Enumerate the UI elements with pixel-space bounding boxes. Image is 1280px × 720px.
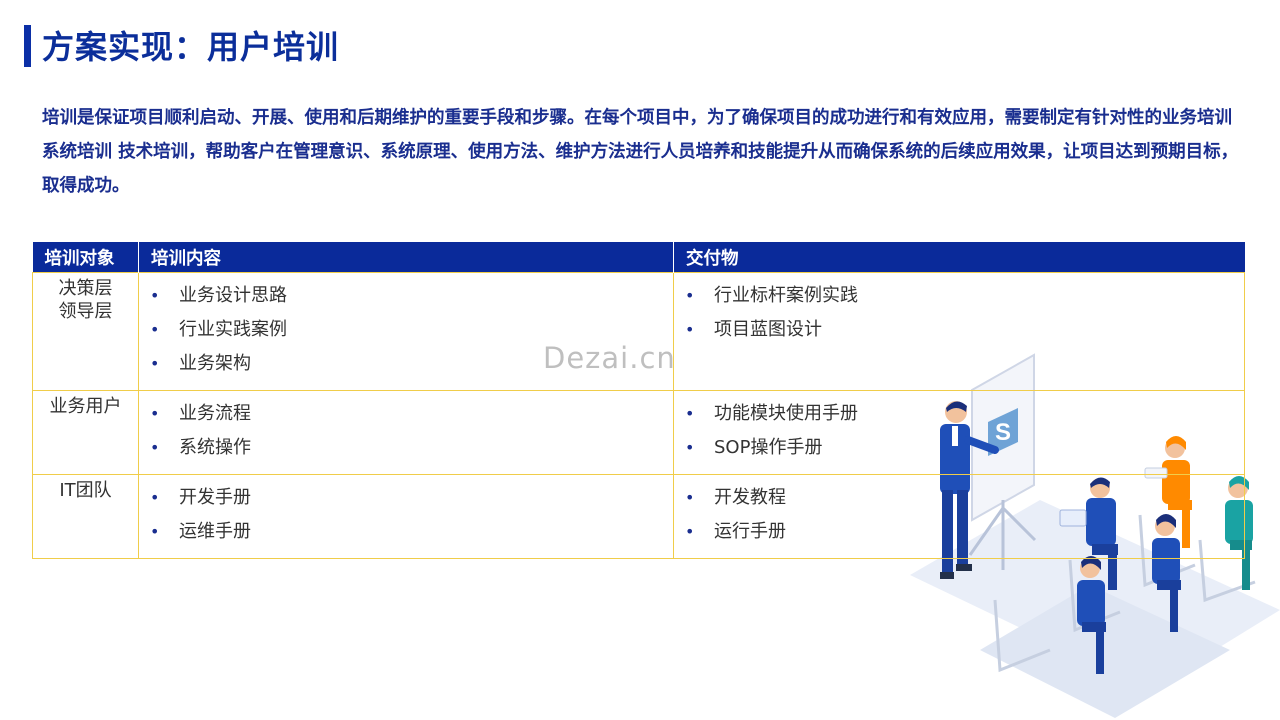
target-label: 决策层	[58, 278, 113, 299]
deliverable-item: 运行手册	[674, 518, 1244, 552]
header-deliverables: 交付物	[673, 242, 1245, 273]
target-label: 业务用户	[49, 396, 122, 417]
table-row: 业务用户 业务流程 系统操作 功能模块使用手册 SOP操作手册	[32, 390, 1245, 475]
content-item: 开发手册	[139, 484, 673, 518]
deliverable-item: 项目蓝图设计	[674, 316, 1244, 350]
header-target: 培训对象	[32, 242, 139, 273]
deliverables-cell: 开发教程 运行手册	[673, 474, 1245, 559]
target-label: IT团队	[59, 480, 112, 501]
target-cell: 决策层 领导层	[32, 272, 139, 391]
content-cell: 开发手册 运维手册	[138, 474, 674, 559]
header-content: 培训内容	[138, 242, 674, 273]
page-title: 方案实现：用户培训	[42, 28, 340, 66]
watermark-text: Dezai.cn	[543, 341, 676, 375]
table-header-row: 培训对象 培训内容 交付物	[32, 242, 1245, 273]
deliverable-item: 开发教程	[674, 484, 1244, 518]
table-row: IT团队 开发手册 运维手册 开发教程 运行手册	[32, 474, 1245, 559]
content-item: 运维手册	[139, 518, 673, 552]
deliverables-cell: 行业标杆案例实践 项目蓝图设计	[673, 272, 1245, 391]
target-cell: IT团队	[32, 474, 139, 559]
target-label: 领导层	[58, 301, 113, 322]
target-cell: 业务用户	[32, 390, 139, 475]
content-cell: 业务流程 系统操作	[138, 390, 674, 475]
deliverable-item: SOP操作手册	[674, 434, 1244, 468]
content-item: 系统操作	[139, 434, 673, 468]
intro-paragraph: 培训是保证项目顺利启动、开展、使用和后期维护的重要手段和步骤。在每个项目中，为了…	[42, 108, 1239, 196]
content-item: 业务设计思路	[139, 282, 673, 316]
title-accent-bar	[24, 25, 31, 67]
deliverable-item: 行业标杆案例实践	[674, 282, 1244, 316]
deliverable-item: 功能模块使用手册	[674, 400, 1244, 434]
deliverables-cell: 功能模块使用手册 SOP操作手册	[673, 390, 1245, 475]
training-table: 培训对象 培训内容 交付物 决策层 领导层 业务设计思路 行业实践案例 业务架构…	[32, 242, 1245, 559]
content-item: 业务流程	[139, 400, 673, 434]
